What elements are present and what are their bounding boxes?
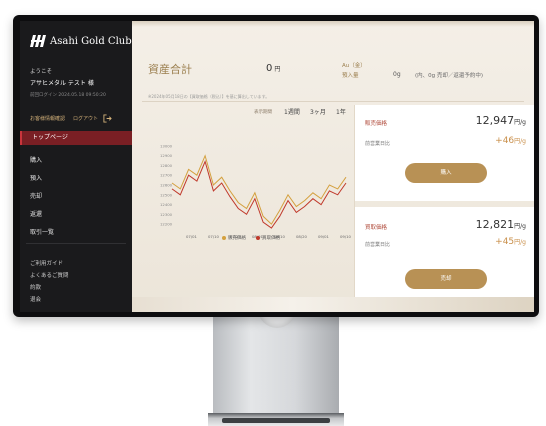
sidebar-item-buy[interactable]: 購入 (30, 155, 42, 164)
sales-prev-day-label: 前営業日比 (365, 141, 391, 147)
price-chart: 12200 12300 12400 12500 12600 12700 12800 12900… (160, 143, 352, 239)
sidebar-item-top[interactable]: トップページ (20, 131, 132, 145)
sales-price-label: 販売価格 (365, 121, 388, 127)
legend-sell-swatch (222, 236, 226, 240)
user-name: アサヒメタル テスト 様 (30, 80, 94, 87)
buyback-price-unit: 円/g (514, 223, 526, 230)
y-tick-label: 12500 (160, 192, 173, 197)
asset-total-title: 資産合計 (148, 63, 192, 76)
price-notice: ※2024年05月18日の【買取価格（税込）】を基に算出しています。 (148, 94, 270, 99)
period-3month-button[interactable]: 3ヶ月 (310, 107, 326, 116)
buyback-prev-day-diff: +45円/g (495, 237, 526, 247)
y-tick-label: 12200 (160, 222, 173, 227)
legend-sell-label: 販売価格 (228, 236, 246, 241)
sidebar-item-withdraw[interactable]: 退会 (30, 295, 41, 303)
account-links: お客様情報確認 ログアウト (30, 114, 112, 123)
legend-buyback: 買取価格 (256, 235, 280, 241)
main-content: 資産合計 0円 Au（金） 預入量 0g (内、0g 売却／返還予約中) ※20… (132, 21, 534, 312)
sidebar-item-sell[interactable]: 売却 (30, 191, 42, 200)
buyback-diff-amount: +45 (495, 237, 515, 247)
period-1week-button[interactable]: 1週間 (284, 107, 300, 116)
monitor-screen: Asahi Gold Club ようこそ アサヒメタル テスト 様 前回ログイン… (20, 21, 534, 312)
deposit-amount-label: 預入量 (342, 73, 359, 79)
buy-button[interactable]: 購入 (405, 163, 487, 183)
buyback-price-label: 買取価格 (365, 225, 388, 231)
sales-price-value: 12,947円/g (476, 114, 526, 127)
metal-label: Au（金） (342, 63, 366, 69)
asset-total-value: 0円 (266, 63, 280, 74)
period-1year-button[interactable]: 1年 (336, 107, 346, 116)
sell-button[interactable]: 売却 (405, 269, 487, 289)
sales-price-amount: 12,947 (475, 114, 515, 127)
sidebar-item-terms[interactable]: 約款 (30, 283, 41, 291)
buyback-price-panel: 買取価格 12,821円/g 前営業日比 +45円/g 売却 (355, 207, 534, 297)
deposit-detail: (内、0g 売却／返還予約中) (415, 73, 484, 79)
sidebar-item-return[interactable]: 返還 (30, 209, 42, 218)
y-tick-label: 12900 (160, 153, 173, 158)
buyback-price-value: 12,821円/g (476, 218, 526, 231)
buyback-diff-unit: 円/g (514, 239, 526, 246)
sidebar-item-faq[interactable]: よくあるご質問 (30, 271, 69, 279)
buyback-price-amount: 12,821 (475, 218, 515, 231)
logout-icon[interactable] (103, 114, 112, 123)
sidebar: Asahi Gold Club ようこそ アサヒメタル テスト 様 前回ログイン… (20, 21, 132, 312)
x-tick-label: 07/10 (208, 234, 220, 239)
y-tick-label: 12600 (160, 183, 173, 188)
sales-diff-unit: 円/g (514, 138, 526, 145)
top-bar (132, 21, 534, 27)
welcome-text: ようこそ (30, 69, 53, 75)
x-tick-label: 09/10 (340, 234, 352, 239)
sales-prev-day-diff: +46円/g (495, 136, 526, 146)
sidebar-item-transactions[interactable]: 取引一覧 (30, 227, 54, 236)
sales-diff-amount: +46 (495, 136, 515, 146)
sidebar-item-guide[interactable]: ご利用ガイド (30, 259, 63, 267)
section-divider (142, 101, 524, 102)
sales-price-panel: 販売価格 12,947円/g 前営業日比 +46円/g 購入 (355, 105, 534, 201)
period-label: 表示期間 (254, 110, 272, 115)
asset-total-unit: 円 (274, 66, 281, 73)
y-tick-label: 12300 (160, 212, 173, 217)
y-tick-label: 12700 (160, 173, 173, 178)
buyback-prev-day-label: 前営業日比 (365, 242, 391, 248)
sales-price-unit: 円/g (514, 119, 526, 126)
bottom-decoration (132, 297, 534, 312)
x-tick-label: 08/20 (296, 234, 308, 239)
asset-total-amount: 0 (266, 63, 273, 74)
x-tick-label: 07/01 (186, 234, 198, 239)
customer-info-link[interactable]: お客様情報確認 (30, 115, 65, 122)
last-login: 前回ログイン 2024.05.18 09:50:20 (30, 93, 106, 98)
x-tick-label: 09/01 (318, 234, 330, 239)
y-tick-label: 13000 (160, 143, 173, 148)
monitor-stand-slot (222, 418, 330, 423)
legend-buyback-label: 買取価格 (262, 236, 280, 241)
sidebar-item-deposit[interactable]: 預入 (30, 173, 42, 182)
y-tick-label: 12400 (160, 202, 173, 207)
sidebar-divider (26, 243, 126, 244)
brand-logo[interactable]: Asahi Gold Club (30, 35, 132, 47)
legend-sell: 販売価格 (222, 235, 246, 241)
deposit-grams: 0g (393, 71, 401, 78)
logout-link[interactable]: ログアウト (73, 115, 98, 122)
legend-buyback-swatch (256, 236, 260, 240)
sales-price-line (171, 154, 347, 225)
brand-mark-icon (30, 35, 46, 47)
y-tick-label: 12800 (160, 163, 173, 168)
brand-name: Asahi Gold Club (50, 35, 132, 47)
